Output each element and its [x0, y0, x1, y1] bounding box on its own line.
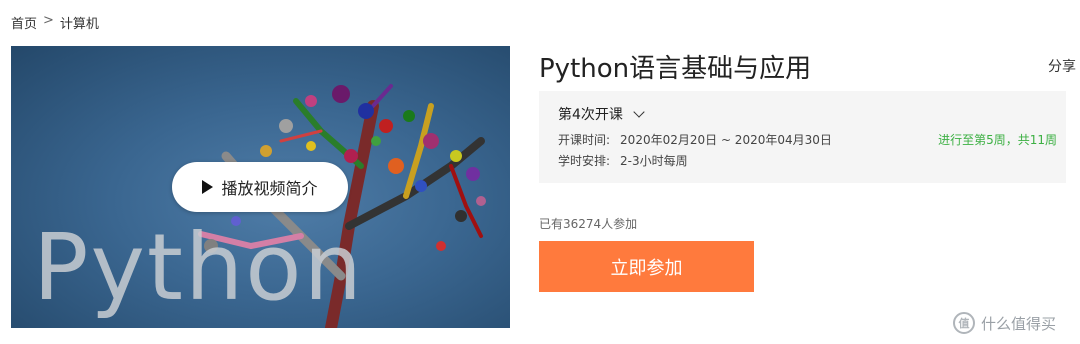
watermark-logo-icon: 值	[953, 312, 975, 334]
chevron-down-icon	[633, 106, 645, 118]
video-cover-word: Python	[33, 214, 364, 321]
breadcrumb: 首页 > 计算机	[11, 13, 99, 32]
play-icon	[202, 180, 214, 194]
join-now-button[interactable]: 立即参加	[539, 241, 754, 292]
share-button[interactable]: 分享	[1048, 56, 1076, 76]
session-schedule-row: 学时安排: 2-3小时每周	[558, 152, 688, 169]
play-button-label: 播放视频简介	[221, 179, 318, 198]
session-selector[interactable]: 第4次开课	[558, 104, 645, 124]
session-label: 第4次开课	[558, 107, 623, 123]
breadcrumb-category-link[interactable]: 计算机	[60, 13, 99, 32]
session-time-row: 开课时间: 2020年02月20日 ~ 2020年04月30日	[558, 131, 832, 148]
enrolled-count: 已有36274人参加	[539, 217, 638, 231]
watermark-text: 什么值得买	[981, 314, 1057, 333]
watermark: 值 什么值得买	[953, 312, 1056, 334]
session-time-label: 开课时间:	[558, 133, 611, 147]
breadcrumb-home-link[interactable]: 首页	[11, 13, 37, 32]
session-info-panel: 第4次开课 开课时间: 2020年02月20日 ~ 2020年04月30日 学时…	[539, 91, 1066, 183]
session-progress-status: 进行至第5周，共11周	[938, 133, 1057, 147]
session-time-value: 2020年02月20日 ~ 2020年04月30日	[620, 133, 832, 147]
breadcrumb-separator: >	[43, 13, 54, 28]
session-schedule-value: 2-3小时每周	[620, 154, 688, 168]
session-schedule-label: 学时安排:	[558, 154, 611, 168]
video-cover[interactable]: Python 播放视频简介	[11, 46, 510, 328]
play-intro-video-button[interactable]: 播放视频简介	[172, 162, 348, 212]
course-title: Python语言基础与应用	[539, 54, 812, 84]
